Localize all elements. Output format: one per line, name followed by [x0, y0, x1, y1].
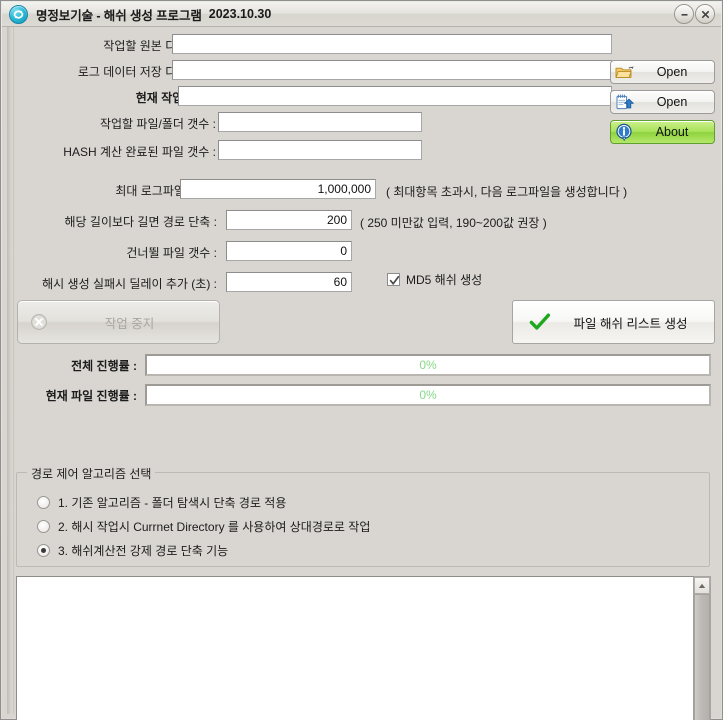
hash-completed-count-input[interactable]	[218, 140, 422, 160]
open-source-button-label: Open	[656, 65, 688, 79]
scrollbar-thumb[interactable]	[694, 594, 710, 720]
label-total-progress: 전체 진행률 :	[71, 359, 137, 373]
radio-button-3[interactable]	[37, 544, 50, 557]
window-title-date: 2023.10.30	[208, 7, 272, 21]
window-title: 명정보기술 - 해쉬 생성 프로그램	[36, 8, 202, 23]
label-skip-count: 건너뛸 파일 갯수 :	[126, 246, 217, 260]
current-target-input[interactable]	[178, 86, 612, 106]
log-directory-input[interactable]	[172, 60, 612, 80]
log-scrollbar[interactable]	[694, 576, 711, 720]
max-log-items-input[interactable]	[180, 179, 376, 199]
radio-option-3[interactable]: 3. 해쉬계산전 강제 경로 단축 기능	[37, 542, 228, 559]
info-icon	[615, 123, 634, 141]
open-log-button-label: Open	[656, 95, 688, 109]
folder-open-icon	[615, 64, 634, 80]
notepad-upload-icon	[615, 94, 634, 111]
client-area: 작업할 원본 디렉토리 : 로그 데이터 저장 디렉토리 : 현재 작업 대상 …	[2, 27, 721, 720]
md5-checkbox-row[interactable]: MD5 해쉬 생성	[387, 271, 482, 288]
label-hash-done-count: HASH 계산 완료된 파일 갯수 :	[63, 145, 216, 159]
radio-option-3-label: 3. 해쉬계산전 강제 경로 단축 기능	[58, 544, 229, 558]
radio-option-1-label: 1. 기존 알고리즘 - 폴더 탐색시 단축 경로 적용	[58, 496, 287, 510]
radio-option-2[interactable]: 2. 해시 작업시 Currnet Directory 를 사용하여 상대경로로…	[37, 518, 370, 535]
app-logo-icon	[9, 4, 28, 24]
title-bar: 명정보기술 - 해쉬 생성 프로그램 2023.10.30	[2, 2, 721, 27]
open-source-directory-button[interactable]: Open	[610, 60, 715, 84]
label-path-shorten: 해당 길이보다 길면 경로 단축 :	[64, 215, 218, 229]
path-shorten-hint: ( 250 미만값 입력, 190~200값 권장 )	[360, 216, 547, 230]
max-log-items-hint: ( 최대항목 초과시, 다음 로그파일을 생성합니다 )	[386, 185, 628, 199]
label-fail-delay: 해시 생성 실패시 딜레이 추가 (초) :	[42, 277, 217, 291]
stop-task-button-label: 작업 중지	[104, 316, 155, 331]
total-progress-value: 0%	[419, 358, 437, 372]
check-icon	[523, 312, 557, 332]
stop-task-button[interactable]: 작업 중지	[17, 300, 220, 344]
create-hash-list-button[interactable]: 파일 해쉬 리스트 생성	[512, 300, 715, 344]
scroll-up-button[interactable]	[694, 577, 710, 594]
radio-button-2[interactable]	[37, 520, 50, 533]
about-button-label: About	[655, 125, 689, 139]
scrollbar-track[interactable]	[694, 594, 710, 720]
radio-option-2-label: 2. 해시 작업시 Currnet Directory 를 사용하여 상대경로로…	[58, 520, 371, 534]
label-file-count: 작업할 파일/폴더 갯수 :	[99, 117, 216, 131]
radio-option-1[interactable]: 1. 기존 알고리즘 - 폴더 탐색시 단축 경로 적용	[37, 494, 286, 511]
label-current-progress: 현재 파일 진행률 :	[45, 389, 137, 403]
cancel-icon	[28, 313, 50, 331]
source-directory-input[interactable]	[172, 34, 612, 54]
md5-checkbox-label: MD5 해쉬 생성	[406, 273, 483, 287]
current-progress-bar: 0%	[145, 384, 711, 406]
total-progress-bar: 0%	[145, 354, 711, 376]
close-button[interactable]	[695, 4, 715, 24]
minimize-button[interactable]	[674, 4, 694, 24]
skip-file-count-input[interactable]	[226, 241, 352, 261]
open-log-directory-button[interactable]: Open	[610, 90, 715, 114]
file-folder-count-input[interactable]	[218, 112, 422, 132]
log-output-area[interactable]	[16, 576, 694, 720]
algorithm-group-box: 경로 제어 알고리즘 선택 1. 기존 알고리즘 - 폴더 탐색시 단축 경로 …	[16, 465, 710, 567]
current-progress-value: 0%	[419, 388, 437, 402]
application-window: 명정보기술 - 해쉬 생성 프로그램 2023.10.30 작업할 원본 디렉토…	[0, 0, 723, 720]
radio-button-1[interactable]	[37, 496, 50, 509]
about-button[interactable]: About	[610, 120, 715, 144]
fail-delay-seconds-input[interactable]	[226, 272, 352, 292]
window-controls	[674, 4, 715, 24]
md5-checkbox[interactable]	[387, 273, 400, 286]
path-shorten-length-input[interactable]	[226, 210, 352, 230]
create-hash-list-button-label: 파일 해쉬 리스트 생성	[573, 316, 688, 331]
algorithm-group-title: 경로 제어 알고리즘 선택	[27, 465, 156, 482]
